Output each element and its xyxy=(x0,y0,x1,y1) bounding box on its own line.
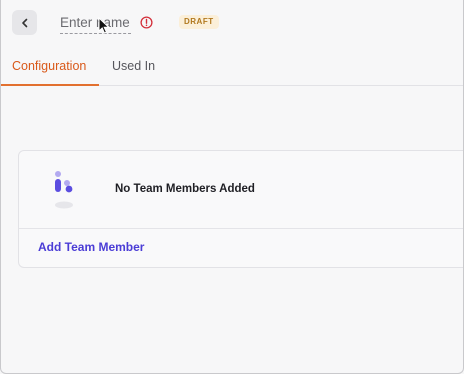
page-header: DRAFT xyxy=(1,0,463,46)
chevron-left-icon xyxy=(21,18,27,27)
team-members-card: No Team Members Added Add Team Member xyxy=(18,150,463,268)
tab-configuration[interactable]: Configuration xyxy=(12,46,86,86)
empty-state: No Team Members Added xyxy=(19,151,463,229)
add-team-member-link[interactable]: Add Team Member xyxy=(38,240,144,254)
active-tab-indicator xyxy=(1,84,99,86)
name-input[interactable] xyxy=(60,12,131,34)
app-window: DRAFT Configuration Used In No Team Memb… xyxy=(0,0,464,374)
status-badge: DRAFT xyxy=(179,15,219,29)
tab-bar: Configuration Used In xyxy=(1,46,463,86)
mouse-cursor-icon xyxy=(98,17,110,34)
people-icon xyxy=(55,171,73,209)
empty-state-message: No Team Members Added xyxy=(115,183,255,195)
back-button[interactable] xyxy=(12,10,37,35)
tab-used-in[interactable]: Used In xyxy=(112,46,155,86)
alert-circle-icon xyxy=(140,16,153,29)
